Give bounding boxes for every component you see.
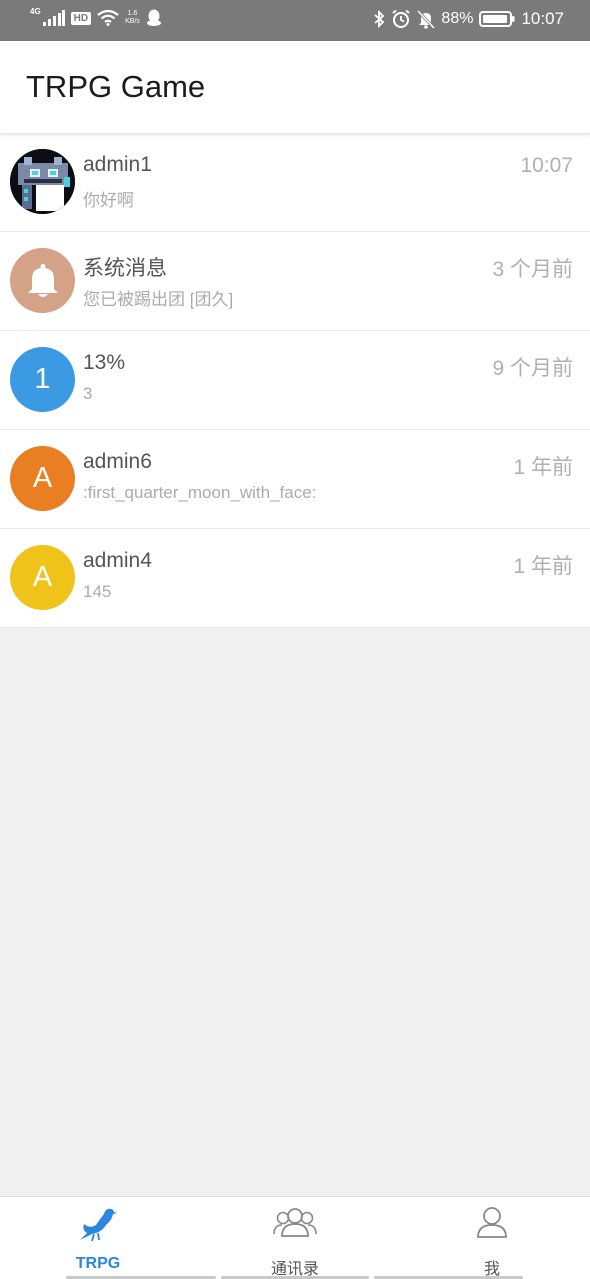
conversation-last-message: 3 xyxy=(83,384,93,403)
conversation-last-message: 145 xyxy=(83,582,112,601)
notifications-off-icon xyxy=(417,9,436,29)
conversation-last-message: 你好啊 xyxy=(83,191,134,210)
conversation-time: 3 个月前 xyxy=(492,258,573,281)
conversation-name: admin1 xyxy=(83,153,152,176)
bluetooth-icon xyxy=(374,10,385,28)
conversation-last-message: 您已被踢出团 [团久] xyxy=(83,290,234,309)
conversation-time: 1 年前 xyxy=(513,555,573,578)
avatar-letter: A xyxy=(32,561,53,593)
conversation-name: admin4 xyxy=(83,549,152,572)
status-bar: 4G HD 1.6 KB/s 88% 10:07 xyxy=(0,0,590,41)
avatar: A xyxy=(10,545,75,610)
tab-contacts[interactable]: 通讯录 xyxy=(200,1197,390,1279)
conversation-time: 9 个月前 xyxy=(492,357,573,380)
app-header: TRPG Game xyxy=(0,41,590,133)
conversation-item-13percent[interactable]: 1 13% 3 9 个月前 xyxy=(0,331,590,430)
pigeon-icon xyxy=(80,1208,117,1242)
qq-icon xyxy=(146,9,161,26)
conversation-item-system[interactable]: 系统消息 您已被踢出团 [团久] 3 个月前 xyxy=(0,232,590,331)
avatar: 1 xyxy=(10,347,75,412)
page-title: TRPG Game xyxy=(26,69,206,104)
signal-icon xyxy=(42,10,65,26)
speed-value: 1.6 xyxy=(127,10,138,17)
conversation-item-admin1[interactable]: admin1 你好啊 10:07 xyxy=(0,133,590,232)
battery-percent: 88% xyxy=(441,10,474,27)
conversation-last-message: :first_quarter_moon_with_face: xyxy=(83,483,317,502)
wifi-icon xyxy=(97,10,119,26)
speed-unit: KB/s xyxy=(125,18,140,25)
tab-label: TRPG xyxy=(75,1255,121,1272)
avatar-letter: A xyxy=(32,462,53,494)
conversation-time: 1 年前 xyxy=(513,456,573,479)
status-bar-left: 4G HD 1.6 KB/s xyxy=(30,6,162,27)
conversation-time: 10:07 xyxy=(520,154,573,177)
alarm-icon xyxy=(392,9,411,28)
status-time: 10:07 xyxy=(521,9,564,28)
conversation-name: admin6 xyxy=(83,450,152,473)
tab-trpg[interactable]: TRPG xyxy=(0,1197,216,1279)
battery-icon xyxy=(479,11,515,27)
contacts-icon xyxy=(273,1208,317,1237)
avatar-letter: 1 xyxy=(34,363,51,395)
pixel-monster-avatar-image xyxy=(10,149,75,214)
avatar: A xyxy=(10,446,75,511)
tab-me[interactable]: 我 xyxy=(374,1197,590,1279)
hd-badge: HD xyxy=(70,11,92,25)
status-bar-right: 88% 10:07 xyxy=(373,9,564,29)
conversation-item-admin6[interactable]: A admin6 :first_quarter_moon_with_face: … xyxy=(0,430,590,529)
avatar xyxy=(10,248,75,313)
conversation-name: 系统消息 xyxy=(83,257,167,280)
network-speed: 1.6 KB/s xyxy=(125,10,140,26)
bottom-nav: TRPG 通讯录 我 xyxy=(0,1196,590,1279)
person-icon xyxy=(477,1207,507,1238)
conversation-item-admin4[interactable]: A admin4 145 1 年前 xyxy=(0,529,590,628)
conversation-name: 13% xyxy=(83,351,126,374)
avatar xyxy=(10,149,75,214)
network-type: 4G xyxy=(30,6,41,16)
conversation-list: admin1 你好啊 10:07 系统消息 您已被踢出团 [团久] 3 个月前 … xyxy=(0,133,590,628)
bell-icon xyxy=(27,263,58,297)
